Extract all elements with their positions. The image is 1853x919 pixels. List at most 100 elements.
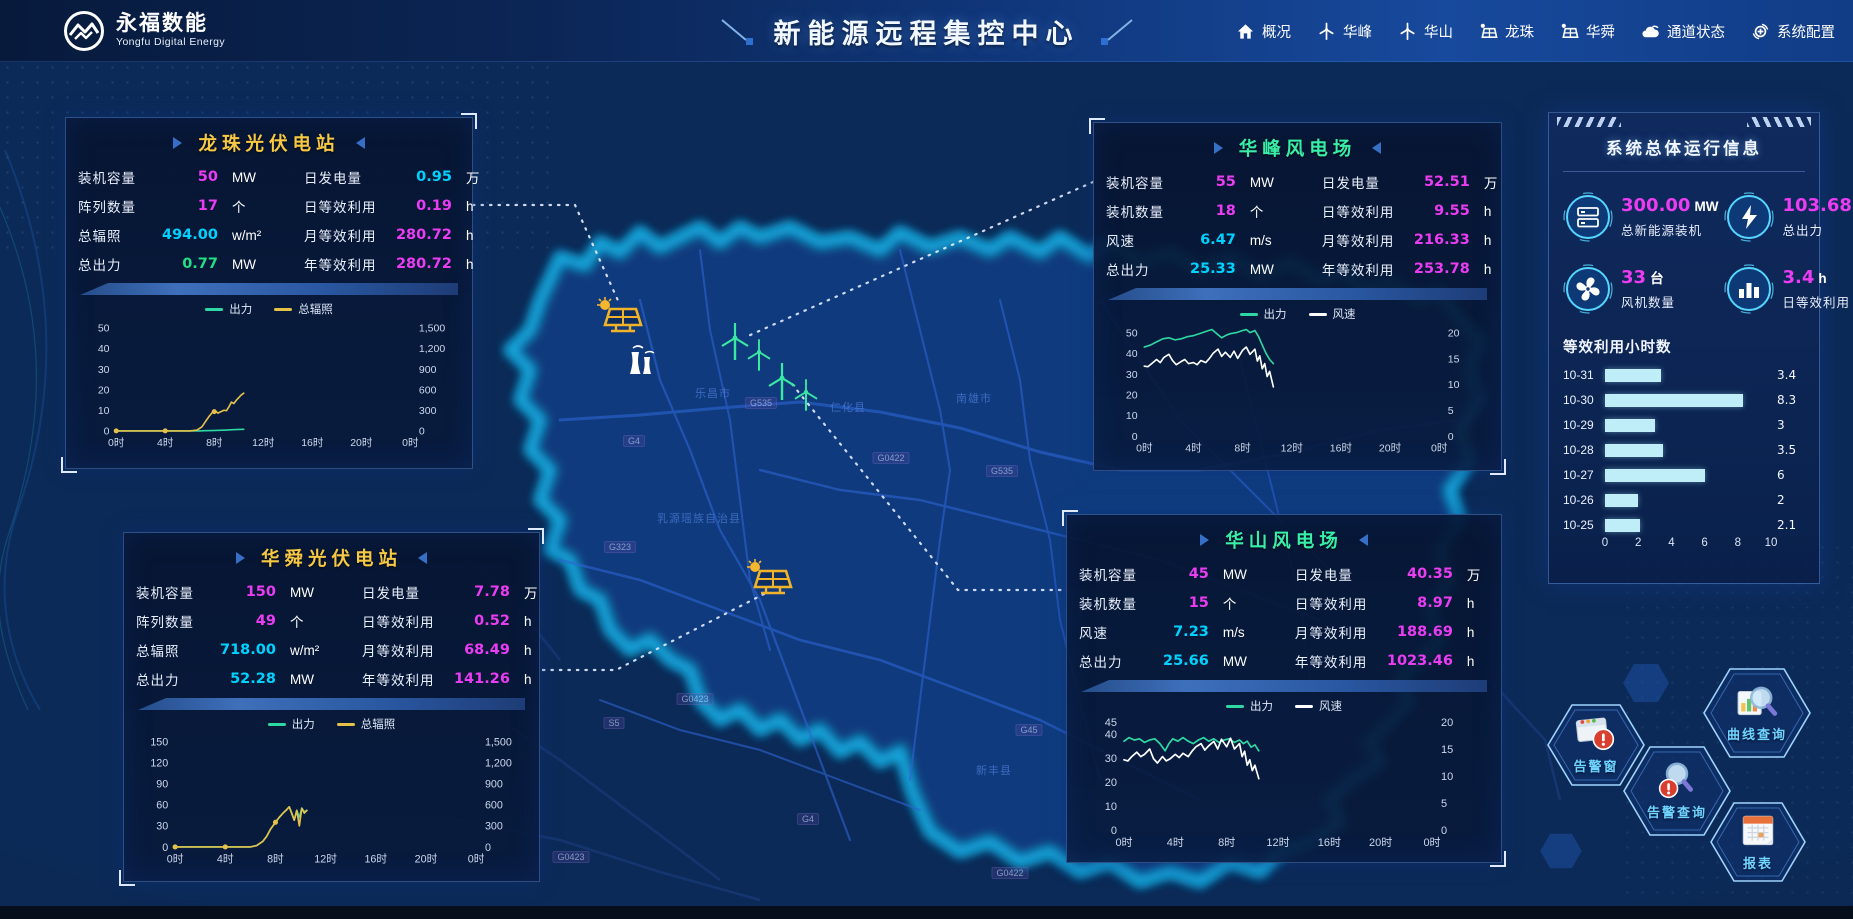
metric-unit: 万 — [1484, 172, 1518, 192]
corner-bracket — [1490, 459, 1506, 475]
metric-row: 装机容量45MW — [1079, 563, 1275, 585]
metric-row: 风速6.47m/s — [1106, 229, 1302, 251]
bar — [1605, 394, 1743, 407]
svg-text:15: 15 — [1441, 744, 1453, 756]
title-left-decoration — [720, 14, 760, 48]
svg-text:50: 50 — [98, 323, 110, 335]
metric-row: 日发电量0.95万 — [304, 166, 500, 188]
svg-text:10: 10 — [1126, 410, 1138, 422]
metric-value: 8.97 — [1387, 595, 1467, 611]
svg-text:12时: 12时 — [1281, 442, 1304, 454]
nav-item-longzhu[interactable]: 龙珠 — [1479, 21, 1534, 42]
metric-row: 日等效利用9.55h — [1322, 200, 1518, 222]
svg-text:8时: 8时 — [206, 437, 223, 449]
title-right-arrow-icon — [1372, 142, 1381, 154]
legend-item: 总辐照 — [337, 716, 396, 732]
metric-value: 45 — [1163, 566, 1223, 582]
metric-unit: 个 — [1223, 593, 1275, 613]
legend-item: 总辐照 — [274, 301, 333, 317]
svg-text:0时: 0时 — [167, 853, 184, 866]
svg-text:300: 300 — [419, 405, 437, 417]
metric-value: 280.72 — [396, 256, 466, 272]
metric-unit: MW — [290, 585, 342, 600]
metric-row: 总出力0.77MW — [78, 253, 284, 275]
metric-label: 总辐照 — [136, 640, 220, 660]
metric-label: 阵列数量 — [136, 611, 220, 631]
metric-label: 风速 — [1079, 622, 1163, 642]
logo: 永福数能 Yongfu Digital Energy — [62, 9, 225, 53]
bottom-strip — [0, 906, 1853, 919]
legend-item: 出力 — [1226, 698, 1273, 714]
hours-chart-title: 等效利用小时数 — [1563, 336, 1805, 357]
metric-unit: h — [524, 643, 558, 658]
report-button[interactable]: 报表 — [1709, 797, 1807, 887]
legend-item: 风速 — [1309, 306, 1356, 322]
panel-shelf-decoration — [138, 698, 525, 710]
chart-legend: 出力风速 — [1079, 698, 1489, 714]
nav-item-overview[interactable]: 概况 — [1236, 21, 1291, 42]
metric-value: 40.35 — [1387, 566, 1467, 582]
nav-item-huashun[interactable]: 华舜 — [1560, 21, 1615, 42]
solar-panel-icon — [1479, 22, 1498, 41]
metric-value: 7.78 — [454, 584, 524, 600]
metric-row: 装机容量55MW — [1106, 171, 1302, 193]
nav-item-system-config[interactable]: 系统配置 — [1751, 21, 1835, 42]
hatch-decoration-right — [1747, 117, 1811, 127]
svg-text:1,500: 1,500 — [485, 736, 512, 748]
svg-text:900: 900 — [419, 364, 437, 376]
svg-text:15: 15 — [1448, 353, 1460, 365]
metric-value: 18 — [1190, 203, 1250, 219]
svg-text:20: 20 — [98, 384, 110, 396]
svg-text:10: 10 — [1105, 801, 1117, 813]
nav-item-huashan[interactable]: 华山 — [1398, 21, 1453, 42]
legend-swatch — [268, 723, 286, 726]
axis-tick: 8 — [1735, 537, 1741, 549]
metric-value: 1023.46 — [1387, 653, 1467, 669]
nav-item-channel-status[interactable]: 通道状态 — [1641, 21, 1725, 42]
metric-unit: MW — [1223, 654, 1275, 669]
system-stats: 300.00MW 总新能源装机 103.68MW 总出力 — [1563, 192, 1805, 314]
bar-chart-icon — [1724, 264, 1774, 314]
legend-swatch — [1240, 313, 1258, 316]
series-总辐照 — [175, 807, 307, 847]
metric-row: 日等效利用0.19h — [304, 195, 500, 217]
metric-label: 年等效利用 — [1322, 259, 1414, 279]
metric-row: 总辐照718.00w/m² — [136, 639, 342, 661]
svg-text:0: 0 — [419, 426, 425, 438]
bar-track — [1605, 419, 1771, 432]
logo-title: 永福数能 — [116, 13, 225, 35]
svg-text:0: 0 — [485, 842, 491, 854]
hours-bar-row: 10-262 — [1563, 492, 1805, 508]
metric-value: 52.28 — [220, 671, 290, 687]
panel-shelf-decoration — [1081, 680, 1487, 692]
station-chart: 出力风速 01020304050051015200时4时8时12时16时20时0… — [1106, 306, 1489, 460]
hours-bar-row: 10-308.3 — [1563, 392, 1805, 408]
metric-label: 年等效利用 — [304, 254, 396, 274]
svg-text:40: 40 — [1126, 348, 1138, 360]
metric-unit: h — [1467, 654, 1501, 669]
hours-bar-row: 10-283.5 — [1563, 442, 1805, 458]
metric-label: 月等效利用 — [304, 225, 396, 245]
metric-value: 150 — [220, 584, 290, 600]
metric-row: 阵列数量17个 — [78, 195, 284, 217]
svg-text:30: 30 — [1126, 369, 1138, 381]
station-title-text: 华峰风电场 — [1239, 135, 1357, 161]
metric-row: 装机容量150MW — [136, 581, 342, 603]
metric-row: 年等效利用141.26h — [362, 668, 558, 690]
station-chart: 出力风速 01020304045051015200时4时8时12时16时20时0… — [1079, 698, 1489, 852]
series-出力 — [175, 807, 307, 847]
nav-item-huafeng[interactable]: 华峰 — [1317, 21, 1372, 42]
metric-unit: MW — [1250, 262, 1302, 277]
chart-legend: 出力总辐照 — [78, 301, 460, 317]
curve-query-icon — [1736, 683, 1778, 721]
series-marker — [223, 844, 228, 849]
bar-category: 10-28 — [1563, 443, 1605, 457]
svg-text:0时: 0时 — [402, 437, 419, 449]
metric-unit: h — [1484, 204, 1518, 219]
metric-label: 日发电量 — [304, 167, 396, 187]
svg-text:5: 5 — [1441, 798, 1447, 810]
decor-hexagon — [1540, 832, 1582, 870]
svg-text:300: 300 — [485, 821, 503, 833]
svg-text:20时: 20时 — [350, 437, 373, 449]
svg-text:20: 20 — [1105, 777, 1117, 789]
